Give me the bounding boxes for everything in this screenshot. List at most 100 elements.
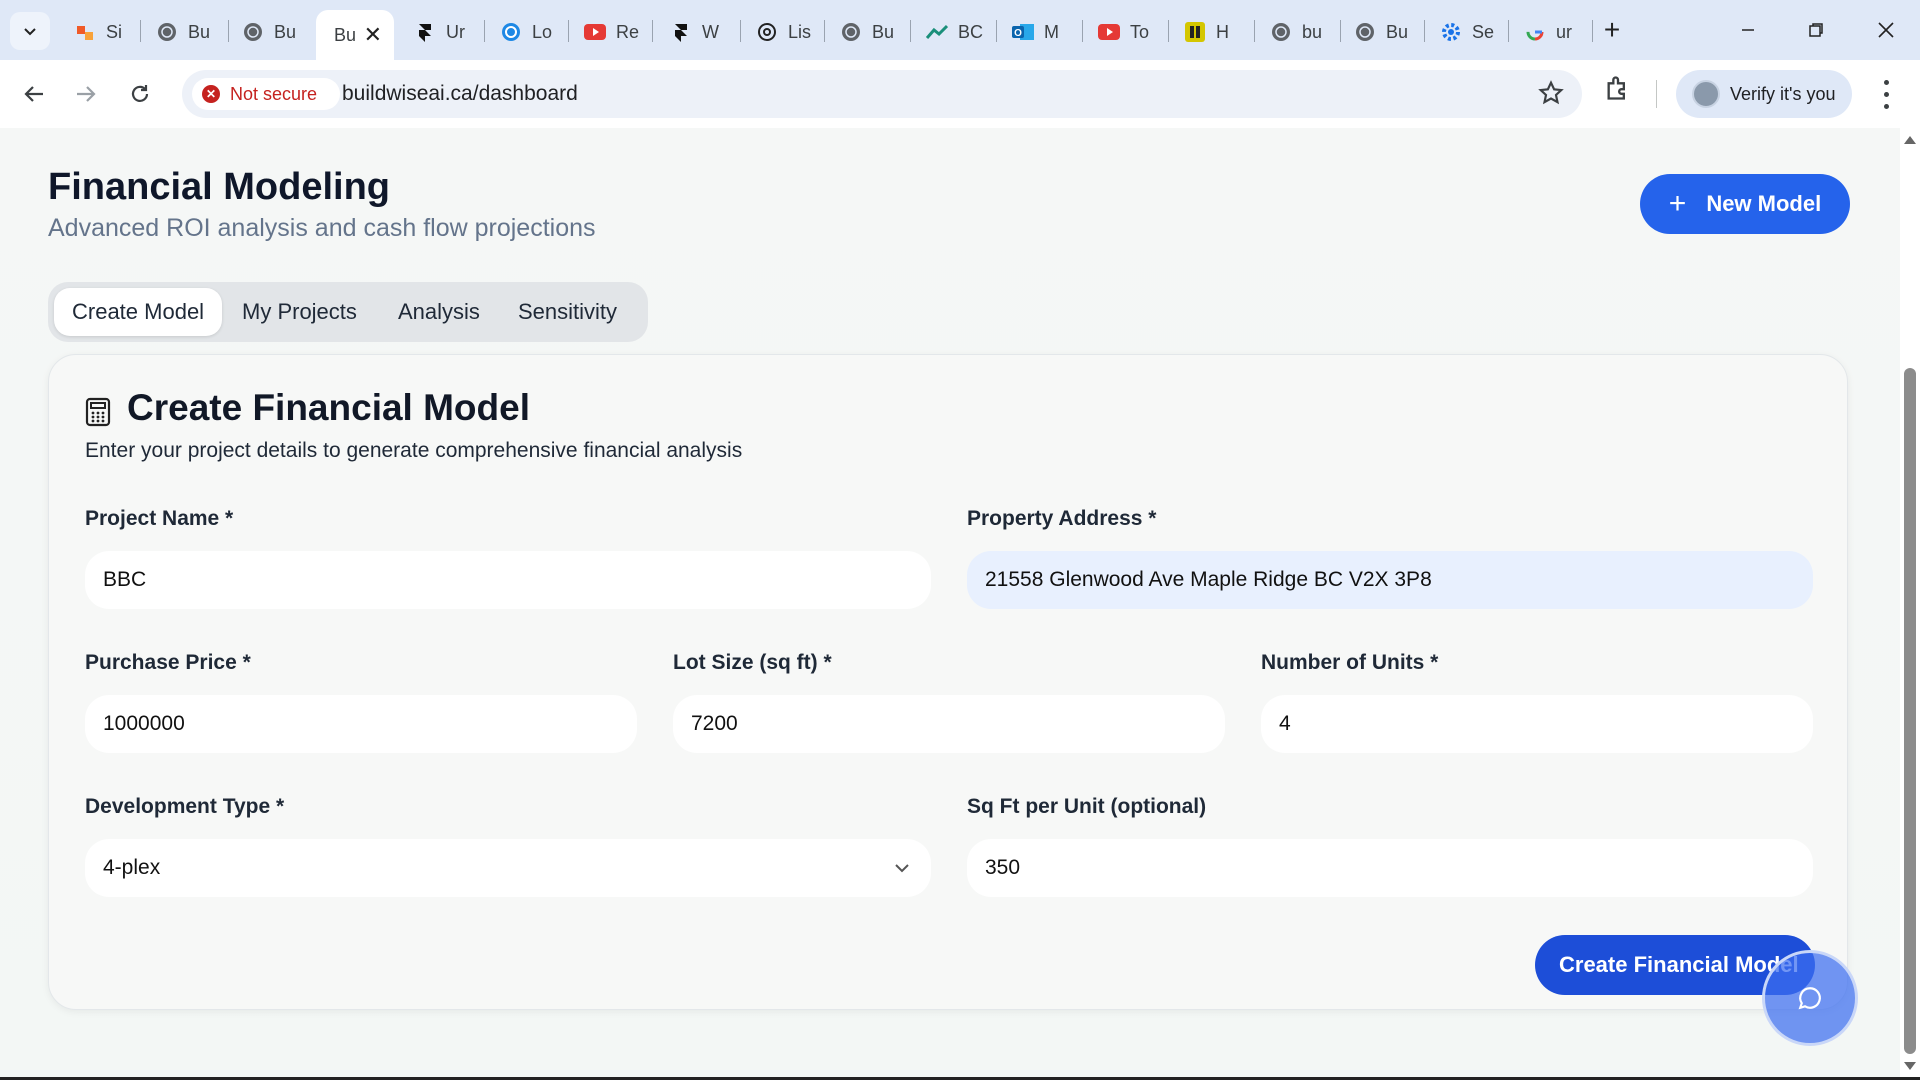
globe-icon xyxy=(156,21,178,43)
profile-label: Verify it's you xyxy=(1730,83,1836,104)
minimize-button[interactable] xyxy=(1728,12,1768,48)
browser-tab[interactable]: ur xyxy=(1510,12,1586,52)
back-button[interactable] xyxy=(14,74,54,114)
project-name-label: Project Name * xyxy=(85,507,234,530)
tab-divider xyxy=(910,20,911,42)
purchase-price-input[interactable] xyxy=(85,695,637,753)
forward-button[interactable] xyxy=(66,74,106,114)
browser-tab[interactable]: Bu xyxy=(228,12,298,52)
units-label: Number of Units * xyxy=(1261,651,1439,674)
tab-divider xyxy=(1168,20,1169,42)
browser-tab[interactable]: Si xyxy=(60,12,130,52)
tab-label: BC xyxy=(958,21,984,42)
url-text[interactable]: buildwiseai.ca/dashboard xyxy=(342,82,578,106)
browser-tab[interactable]: BC xyxy=(912,12,988,52)
reload-icon xyxy=(131,85,149,102)
avatar xyxy=(1692,80,1720,108)
chat-bubble-icon xyxy=(1798,987,1821,1010)
google-icon xyxy=(1524,21,1546,43)
globe-icon xyxy=(242,21,264,43)
scroll-up-arrow[interactable] xyxy=(1904,136,1916,144)
tab-divider xyxy=(1082,20,1083,42)
tab-my-projects[interactable]: My Projects xyxy=(242,288,357,336)
create-model-card: Create Financial Model Enter your projec… xyxy=(48,354,1848,1010)
browser-tab[interactable]: W xyxy=(656,12,728,52)
scroll-thumb[interactable] xyxy=(1904,368,1916,1054)
development-type-select[interactable]: 4-plex xyxy=(85,839,931,897)
new-model-button[interactable]: + New Model xyxy=(1640,174,1850,234)
lot-size-input[interactable] xyxy=(673,695,1225,753)
tab-label: M xyxy=(1044,21,1059,42)
browser-tab[interactable]: bu xyxy=(1256,12,1332,52)
tab-label: Ur xyxy=(446,21,465,42)
development-type-label: Development Type * xyxy=(85,795,285,818)
tab-label: H xyxy=(1216,21,1229,42)
browser-tab[interactable]: Lis xyxy=(742,12,818,52)
sqft-per-unit-input[interactable] xyxy=(967,839,1813,897)
extensions-icon[interactable] xyxy=(1604,74,1632,107)
tab-analysis[interactable]: Analysis xyxy=(398,288,480,336)
browser-tab-active[interactable]: Bu ✕ xyxy=(316,10,394,60)
omnibox[interactable]: ✕ Not secure buildwiseai.ca/dashboard xyxy=(182,70,1582,118)
chat-button[interactable] xyxy=(1762,950,1858,1046)
browser-tab[interactable]: Ur xyxy=(400,12,476,52)
browser-tab[interactable]: O M xyxy=(998,12,1074,52)
browser-tab[interactable]: Lo xyxy=(486,12,560,52)
browser-tab[interactable]: H xyxy=(1170,12,1246,52)
tab-divider xyxy=(1508,20,1509,42)
tab-create-model[interactable]: Create Model xyxy=(54,288,223,336)
browser-menu-icon[interactable] xyxy=(1874,76,1898,112)
security-label: Not secure xyxy=(230,83,318,104)
reload-button[interactable] xyxy=(120,74,160,114)
restore-button[interactable] xyxy=(1796,12,1836,48)
browser-tab[interactable]: Bu xyxy=(1340,12,1416,52)
development-type-value: 4-plex xyxy=(103,856,161,879)
tab-search-button[interactable] xyxy=(10,12,50,50)
purchase-price-label: Purchase Price * xyxy=(85,651,251,674)
tab-divider xyxy=(1424,20,1425,42)
tab-divider xyxy=(996,20,997,42)
close-icon[interactable]: ✕ xyxy=(364,22,382,48)
tab-label: ur xyxy=(1556,21,1573,42)
browser-tab[interactable]: Bu xyxy=(826,12,902,52)
globe-icon xyxy=(1354,21,1376,43)
browser-tab[interactable]: Bu xyxy=(142,12,212,52)
svg-text:O: O xyxy=(1014,28,1022,39)
browser-tab[interactable]: Re xyxy=(570,12,646,52)
security-chip[interactable]: ✕ Not secure xyxy=(192,78,340,110)
tab-sensitivity[interactable]: Sensitivity xyxy=(518,288,617,336)
sqft-per-unit-label: Sq Ft per Unit (optional) xyxy=(967,795,1207,818)
property-address-input[interactable] xyxy=(967,551,1813,609)
browser-tab[interactable]: To xyxy=(1084,12,1160,52)
tab-strip: Si Bu Bu Bu ✕ Ur Lo Re W Lis Bu BC O M T… xyxy=(0,0,1920,60)
scroll-down-arrow[interactable] xyxy=(1904,1062,1916,1070)
new-model-label: New Model xyxy=(1706,191,1822,216)
yellow-app-icon xyxy=(1184,21,1206,43)
browser-tab[interactable]: Se xyxy=(1426,12,1502,52)
page-scrollbar[interactable] xyxy=(1900,128,1920,1080)
restore-icon xyxy=(1809,23,1823,37)
blue-swirl-icon xyxy=(500,21,522,43)
gear-icon xyxy=(1440,21,1462,43)
tab-label: Bu xyxy=(334,24,357,45)
tab-label: bu xyxy=(1302,21,1323,42)
profile-button[interactable]: Verify it's you xyxy=(1676,70,1852,118)
toolbar-divider xyxy=(1656,80,1657,108)
close-window-button[interactable] xyxy=(1866,12,1906,48)
tab-divider xyxy=(824,20,825,42)
units-input[interactable] xyxy=(1261,695,1813,753)
property-address-label: Property Address * xyxy=(967,507,1157,530)
tab-label: Lis xyxy=(788,21,812,42)
calculator-icon xyxy=(85,397,111,427)
framer-icon xyxy=(670,21,692,43)
tab-label: Si xyxy=(106,21,123,42)
globe-icon xyxy=(840,21,862,43)
new-tab-button[interactable]: + xyxy=(1592,12,1632,48)
project-name-input[interactable] xyxy=(85,551,931,609)
globe-icon xyxy=(1270,21,1292,43)
lot-size-label: Lot Size (sq ft) * xyxy=(673,651,832,674)
bookmark-star-icon[interactable] xyxy=(1538,80,1564,111)
arrow-right-icon xyxy=(77,86,96,102)
tab-divider xyxy=(140,20,141,42)
close-icon xyxy=(1878,22,1894,38)
